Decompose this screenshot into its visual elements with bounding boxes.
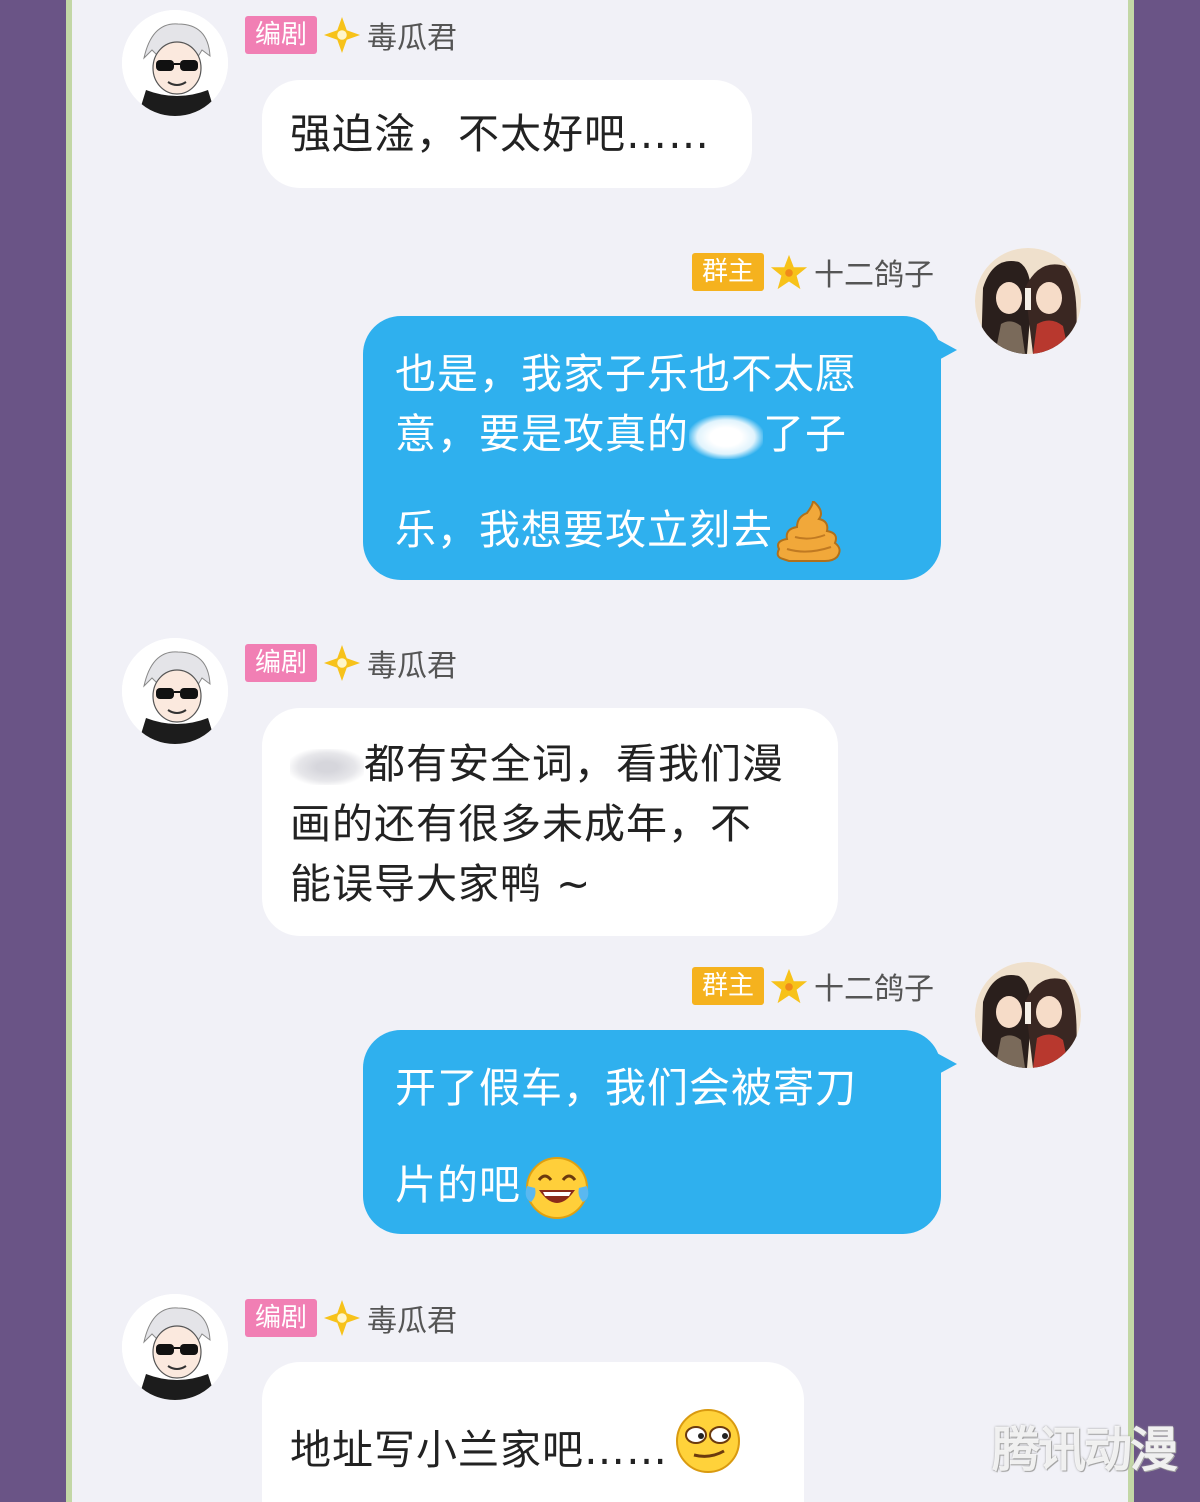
message-text-line3: 能误导大家鸭 ~: [290, 860, 592, 908]
diamond-star-icon: [323, 644, 361, 682]
star-icon: [770, 967, 808, 1005]
message-bubble: 强迫淦，不太好吧……: [262, 80, 752, 188]
role-badge-editor: 编剧: [245, 16, 318, 54]
smirk-emoji-icon: [672, 1405, 744, 1477]
role-badge-editor: 编剧: [245, 1299, 318, 1337]
role-badge-owner: 群主: [692, 253, 765, 291]
diamond-star-icon: [323, 16, 361, 54]
message-bubble: 开了假车，我们会被寄刀 片的吧: [363, 1030, 941, 1234]
message-text: 地址写小兰家吧……: [290, 1426, 668, 1474]
role-badge-owner: 群主: [692, 967, 765, 1005]
avatar-shier[interactable]: [975, 962, 1081, 1068]
poop-emoji-icon: [773, 501, 843, 565]
message-text-line2a: 意，要是攻真的: [395, 410, 689, 458]
avatar-dugua[interactable]: [122, 10, 228, 116]
message-text-line1: 都有安全词，看我们漫: [364, 740, 784, 788]
username: 毒瓜君: [367, 649, 458, 684]
role-badge-editor: 编剧: [245, 644, 318, 682]
avatar-dugua[interactable]: [122, 1294, 228, 1400]
message-text-line2: 画的还有很多未成年，不: [290, 800, 752, 848]
message-bubble: 地址写小兰家吧……: [262, 1362, 804, 1502]
avatar-dugua[interactable]: [122, 638, 228, 744]
message-bubble: 都有安全词，看我们漫 画的还有很多未成年，不 能误导大家鸭 ~: [262, 708, 838, 936]
username: 十二鸽子: [814, 972, 935, 1007]
message-text-line2b: 了子: [763, 410, 847, 458]
star-icon: [770, 253, 808, 291]
username: 十二鸽子: [814, 258, 935, 293]
avatar-shier[interactable]: [975, 248, 1081, 354]
watermark-logo: 腾讯动漫: [991, 1422, 1178, 1478]
message-text-line3: 乐，我想要攻立刻去: [395, 506, 773, 554]
username: 毒瓜君: [367, 21, 458, 56]
tears-of-joy-emoji-icon: [521, 1152, 593, 1224]
diamond-star-icon: [323, 1299, 361, 1337]
message-text-line2: 片的吧: [395, 1161, 521, 1209]
censor-blur: [689, 415, 763, 459]
message-text-line1: 开了假车，我们会被寄刀: [395, 1064, 857, 1112]
message-bubble: 也是，我家子乐也不太愿 意，要是攻真的 了子 乐，我想要攻立刻去: [363, 316, 941, 580]
censor-blur: [290, 749, 364, 785]
username: 毒瓜君: [367, 1304, 458, 1339]
message-text-line1: 也是，我家子乐也不太愿: [395, 350, 857, 398]
message-text: 强迫淦，不太好吧……: [290, 110, 710, 158]
